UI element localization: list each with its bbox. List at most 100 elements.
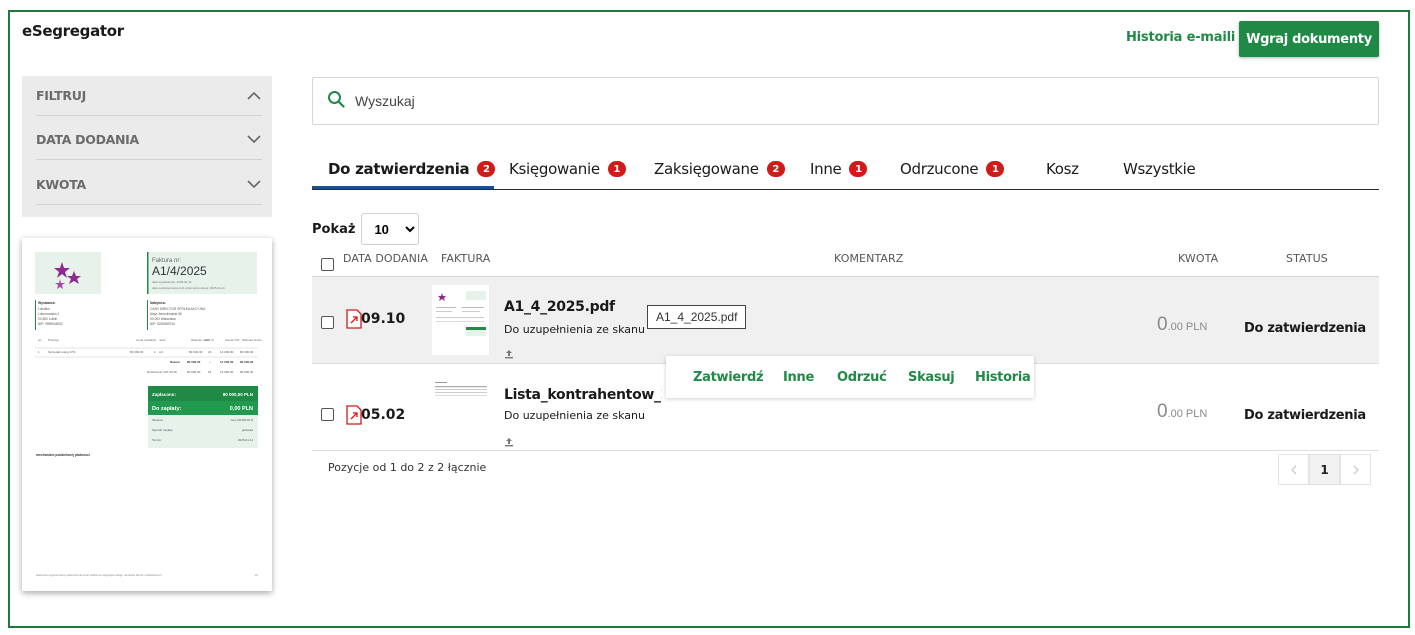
column-header-status[interactable]: STATUS xyxy=(1286,252,1328,265)
preview-vat-cell: Rozliczenie VAT (PLN) xyxy=(147,370,177,374)
buyer-line: CASH DIRECTOR SPÓŁKA AKCYJNA xyxy=(150,306,206,311)
chevron-down-icon xyxy=(246,132,262,148)
preview-table-cell: Sprzedaż usług 17% xyxy=(48,350,76,354)
tab-wszystkie[interactable]: Wszystkie xyxy=(1123,148,1196,190)
table-row[interactable]: 09.10 A1_4_2025.pdf Do uzupełnienia ze s… xyxy=(312,277,1379,364)
filename-tooltip: A1_4_2025.pdf xyxy=(647,305,747,329)
active-tab-indicator xyxy=(312,186,494,189)
filter-label: KWOTA xyxy=(36,177,86,192)
preview-table-header: Ilość xyxy=(150,338,157,342)
page-number-button[interactable]: 1 xyxy=(1309,454,1340,485)
due-value: 0,00 PLN xyxy=(230,406,253,412)
upload-documents-button[interactable]: Wgraj dokumenty xyxy=(1239,21,1379,57)
invoice-filename[interactable]: Lista_kontrahentow_2025 xyxy=(504,387,662,403)
search-box[interactable] xyxy=(312,77,1379,125)
reject-action[interactable]: Odrzuć xyxy=(837,370,887,385)
list-thumbnail[interactable] xyxy=(432,380,489,405)
amount-decimal: .00 PLN xyxy=(1167,321,1208,333)
search-input[interactable] xyxy=(355,93,1255,109)
next-page-button[interactable] xyxy=(1340,454,1371,485)
search-icon xyxy=(327,90,345,112)
column-header-amount[interactable]: KWOTA xyxy=(1178,252,1218,265)
row-actions-menu: Zatwierdź Inne Odrzuć Skasuj Historia xyxy=(666,356,1034,398)
row-checkbox[interactable] xyxy=(321,316,334,329)
row-date: 09.10 xyxy=(361,311,406,327)
count-badge: 2 xyxy=(477,161,496,177)
invoice-date: data wystawienia: 2025-01-11 xyxy=(152,280,192,284)
preview-vat-cell: 80 000,00 xyxy=(240,370,254,374)
amount-decimal: .00 PLN xyxy=(1167,408,1208,420)
tab-zaksiegowane[interactable]: Zaksięgowane 2 xyxy=(654,148,785,190)
preview-table-cell: 80 000,00 xyxy=(130,350,144,354)
column-header-comment: KOMENTARZ xyxy=(834,252,904,265)
email-history-link[interactable]: Historia e-maili xyxy=(1126,30,1235,45)
filter-amount[interactable]: KWOTA xyxy=(36,165,262,205)
chevron-down-icon xyxy=(246,177,262,193)
delete-action[interactable]: Skasuj xyxy=(908,370,955,385)
preview-vat-cell: 14 000,00 xyxy=(220,370,234,374)
invoice-delivery-date: data wydania towaru lub wykonania usługi… xyxy=(152,286,225,290)
preview-table-header: VAT % xyxy=(205,338,214,342)
count-badge: 1 xyxy=(849,161,868,177)
tab-odrzucone[interactable]: Odrzucone 1 xyxy=(900,148,1005,190)
seller-line: NIP: 9999948292 xyxy=(38,322,63,326)
tab-inne[interactable]: Inne 1 xyxy=(810,148,868,190)
tab-label: Kosz xyxy=(1046,160,1079,178)
page-size-select[interactable]: 10 xyxy=(361,213,420,245)
tab-kosz[interactable]: Kosz xyxy=(1046,148,1079,190)
status-label: Do zatwierdzenia xyxy=(1244,408,1366,423)
row-amount: 0.00 PLN xyxy=(1157,401,1207,423)
page-size-control: Pokaż 10 xyxy=(312,213,420,245)
preview-table-cell: 1 xyxy=(38,350,40,354)
tab-label: Księgowanie xyxy=(509,160,600,178)
chevron-left-icon xyxy=(1290,465,1296,474)
invoice-page: Faktura nr: A1/4/2025 data wystawienia: … xyxy=(35,252,262,577)
invoice-filename[interactable]: A1_4_2025.pdf xyxy=(504,299,615,315)
filter-date-added[interactable]: DATA DODANIA xyxy=(36,120,262,160)
row-note: Do uzupełnienia ze skanu xyxy=(504,323,645,336)
preview-sum-cell: 14 000,00 xyxy=(220,360,234,364)
row-date: 05.02 xyxy=(361,407,406,423)
preview-table-header: Jedn. xyxy=(159,338,167,342)
history-action[interactable]: Historia xyxy=(975,370,1031,385)
row-checkbox[interactable] xyxy=(321,408,334,421)
due-label: Do zapłaty: xyxy=(152,406,182,412)
amount-integer: 0 xyxy=(1157,401,1168,422)
filter-label: DATA DODANIA xyxy=(36,132,139,147)
term-label: Termin: xyxy=(152,438,162,442)
filter-toggle[interactable]: FILTRUJ xyxy=(36,76,262,116)
preview-table-header: Cena netto xyxy=(136,338,151,342)
amount-integer: 0 xyxy=(1157,314,1168,335)
tab-ksiegowanie[interactable]: Księgowanie 1 xyxy=(509,148,626,190)
preview-page-number: 1/1 xyxy=(254,573,258,577)
approve-action[interactable]: Zatwierdź xyxy=(693,370,764,385)
tab-label: Inne xyxy=(810,160,842,178)
preview-table-header: Wartość brutto xyxy=(242,338,262,342)
count-badge: 1 xyxy=(607,161,626,177)
buyer-line: 00-000 Warszawa xyxy=(150,317,176,321)
words-label: Słownie: xyxy=(152,418,164,422)
invoice-thumbnail[interactable] xyxy=(432,285,489,355)
preview-footer: Dokument wygenerowany elektronicznie prz… xyxy=(36,573,162,577)
row-note: Do uzupełnienia ze skanu xyxy=(504,409,645,422)
tab-do-zatwierdzenia[interactable]: Do zatwierdzenia 2 xyxy=(328,148,496,190)
preview-sum-cell: 80 000,00 xyxy=(240,360,254,364)
preview-vat-cell: 80 000,00 xyxy=(187,370,201,374)
pdf-file-icon xyxy=(346,309,362,333)
other-action[interactable]: Inne xyxy=(783,370,814,385)
buyer-line: NIP: 5252889734 xyxy=(150,322,175,326)
preview-table-cell: 23 xyxy=(208,350,212,354)
preview-sum-cell: 80 000,00 xyxy=(187,360,201,364)
column-header-invoice[interactable]: FAKTURA xyxy=(441,252,490,265)
pdf-file-icon xyxy=(346,405,362,429)
preview-table-cell: 80 000,00 xyxy=(240,350,254,354)
column-header-date[interactable]: DATA DODANIA xyxy=(343,252,428,265)
tab-label: Zaksięgowane xyxy=(654,160,759,178)
select-all-checkbox[interactable] xyxy=(321,258,334,271)
buyer-line: Aleja Jerozolimskie 56 xyxy=(150,312,182,316)
buyer-label: Nabywca: xyxy=(150,301,166,305)
preview-vat-cell: 23 xyxy=(208,370,212,374)
upload-icon[interactable] xyxy=(504,432,514,447)
upload-icon[interactable] xyxy=(504,344,514,359)
prev-page-button[interactable] xyxy=(1278,454,1309,485)
